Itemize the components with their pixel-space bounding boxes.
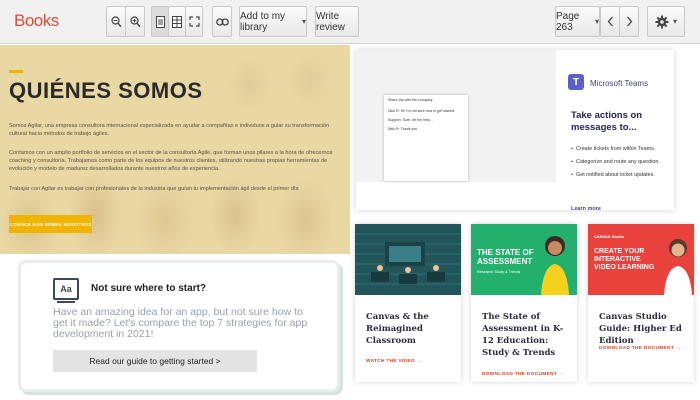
link-button[interactable]: [212, 6, 232, 37]
chevron-left-icon: [607, 16, 613, 27]
about-paragraph-2: Contamos con un amplio portfolio de serv…: [9, 150, 333, 172]
page-selector[interactable]: Page 263 ▾: [555, 6, 600, 37]
two-page-icon: [172, 15, 182, 28]
magnifier-minus-icon: [110, 15, 122, 27]
books-toolbar: Books Add to my library ▾ Write review P…: [0, 0, 700, 44]
fullscreen-button[interactable]: [185, 6, 203, 37]
magnifier-plus-icon: [129, 15, 141, 27]
list-item: Create tickets from within Teams.: [571, 146, 671, 153]
resource-card-state-of-assessment[interactable]: THE STATE OF ASSESSMENT Research Study &…: [471, 224, 577, 382]
getting-started-card: Aa Not sure where to start? Have an amaz…: [18, 260, 340, 392]
resource-card-canvas-classroom[interactable]: Canvas & the Reimagined Classroom WATCH …: [355, 224, 461, 382]
chevron-right-icon: [626, 16, 632, 27]
microsoft-teams-logo: T: [568, 74, 584, 90]
resource-card-title: The State of Assessment in K-12 Educatio…: [482, 312, 564, 358]
assessment-thumbnail: THE STATE OF ASSESSMENT Research Study &…: [471, 224, 577, 295]
teams-chat-mockup: Share trip with the company Nick R: Hi! …: [384, 95, 468, 181]
mock-chat-line: Support: Sure, let me help...: [388, 118, 433, 122]
two-page-view-button[interactable]: [168, 6, 186, 37]
add-to-library-button[interactable]: Add to my library ▾: [239, 6, 307, 37]
classroom-illustration: [355, 224, 461, 295]
single-page-view-button[interactable]: [151, 6, 169, 37]
write-review-button[interactable]: Write review: [315, 6, 359, 37]
chevron-down-icon: ▾: [594, 17, 599, 26]
learn-more-link[interactable]: Learn more: [571, 206, 601, 212]
getting-started-description: Have an amazing idea for an app, but not…: [53, 306, 308, 340]
presenter-photo: [660, 224, 694, 295]
download-document-link[interactable]: DOWNLOAD THE DOCUMENT →: [482, 372, 564, 377]
classroom-thumbnail: [355, 224, 461, 295]
teams-promo-card: Share trip with the company Nick R: Hi! …: [356, 50, 674, 210]
list-item: Categorize and route any question.: [571, 159, 671, 166]
teams-feature-list: Create tickets from within Teams. Catego…: [571, 146, 671, 185]
title-accent-bar: [9, 70, 23, 73]
teams-headline: Take actions on messages to...: [571, 110, 643, 133]
student-photo: [535, 224, 575, 295]
getting-started-title: Not sure where to start?: [91, 283, 207, 294]
assessment-thumb-subtitle: Research Study & Trends: [477, 270, 521, 274]
about-paragraph-3: Trabajar con Agilar es trabajar con prof…: [9, 186, 299, 192]
books-logo[interactable]: Books: [14, 11, 59, 31]
download-document-link[interactable]: DOWNLOAD THE DOCUMENT →: [599, 346, 681, 351]
mock-chat-line: Share trip with the company: [388, 98, 433, 102]
chevron-down-icon: ▾: [672, 17, 677, 26]
mock-chat-line: Nick R: Hi! I'm not sure how to get star…: [388, 109, 456, 113]
single-page-icon: [155, 15, 165, 28]
resource-card-title: Canvas & the Reimagined Classroom: [366, 312, 429, 346]
next-page-button[interactable]: [619, 6, 639, 37]
microsoft-teams-label: Microsoft Teams: [590, 79, 649, 88]
link-icon: [215, 17, 229, 26]
about-us-title: QUIÉNES SOMOS: [9, 78, 203, 103]
read-guide-button[interactable]: Read our guide to getting started >: [53, 350, 257, 372]
canvas-studio-thumb-title: CREATE YOUR INTERACTIVE VIDEO LEARNING: [594, 248, 655, 271]
watch-video-link[interactable]: WATCH THE VIDEO →: [366, 359, 422, 364]
previous-page-button[interactable]: [600, 6, 620, 37]
resource-card-canvas-studio[interactable]: CANVAS Studio CREATE YOUR INTERACTIVE VI…: [588, 224, 694, 382]
teams-screenshot: Share trip with the company Nick R: Hi! …: [356, 50, 556, 182]
zoom-out-button[interactable]: [106, 6, 126, 37]
fullscreen-icon: [188, 16, 200, 27]
resource-card-title: Canvas Studio Guide: Higher Ed Edition: [599, 312, 682, 346]
mock-chat-line: Nick R: Thank you: [388, 127, 418, 131]
settings-button[interactable]: ▾: [647, 6, 685, 37]
assessment-thumb-title: THE STATE OF ASSESSMENT: [477, 248, 534, 266]
canvas-studio-tag: CANVAS Studio: [594, 234, 625, 239]
page-selector-label: Page 263: [556, 10, 580, 33]
list-item: Get notified about ticket updates.: [571, 172, 671, 179]
gear-icon: [655, 15, 669, 28]
about-us-cta-button[interactable]: CONOCE MÁS SOBRE NOSOTROS: [9, 215, 92, 233]
about-us-hero: QUIÉNES SOMOS Somos Agilar, una empresa …: [0, 45, 350, 254]
typography-icon: Aa: [53, 278, 79, 303]
canvas-studio-thumbnail: CANVAS Studio CREATE YOUR INTERACTIVE VI…: [588, 224, 694, 295]
chevron-down-icon: ▾: [301, 17, 306, 26]
about-paragraph-1: Somos Agilar, una empresa consultora int…: [9, 123, 330, 137]
write-review-label: Write review: [316, 10, 345, 33]
add-to-library-label: Add to my library: [240, 10, 286, 33]
zoom-in-button[interactable]: [125, 6, 145, 37]
